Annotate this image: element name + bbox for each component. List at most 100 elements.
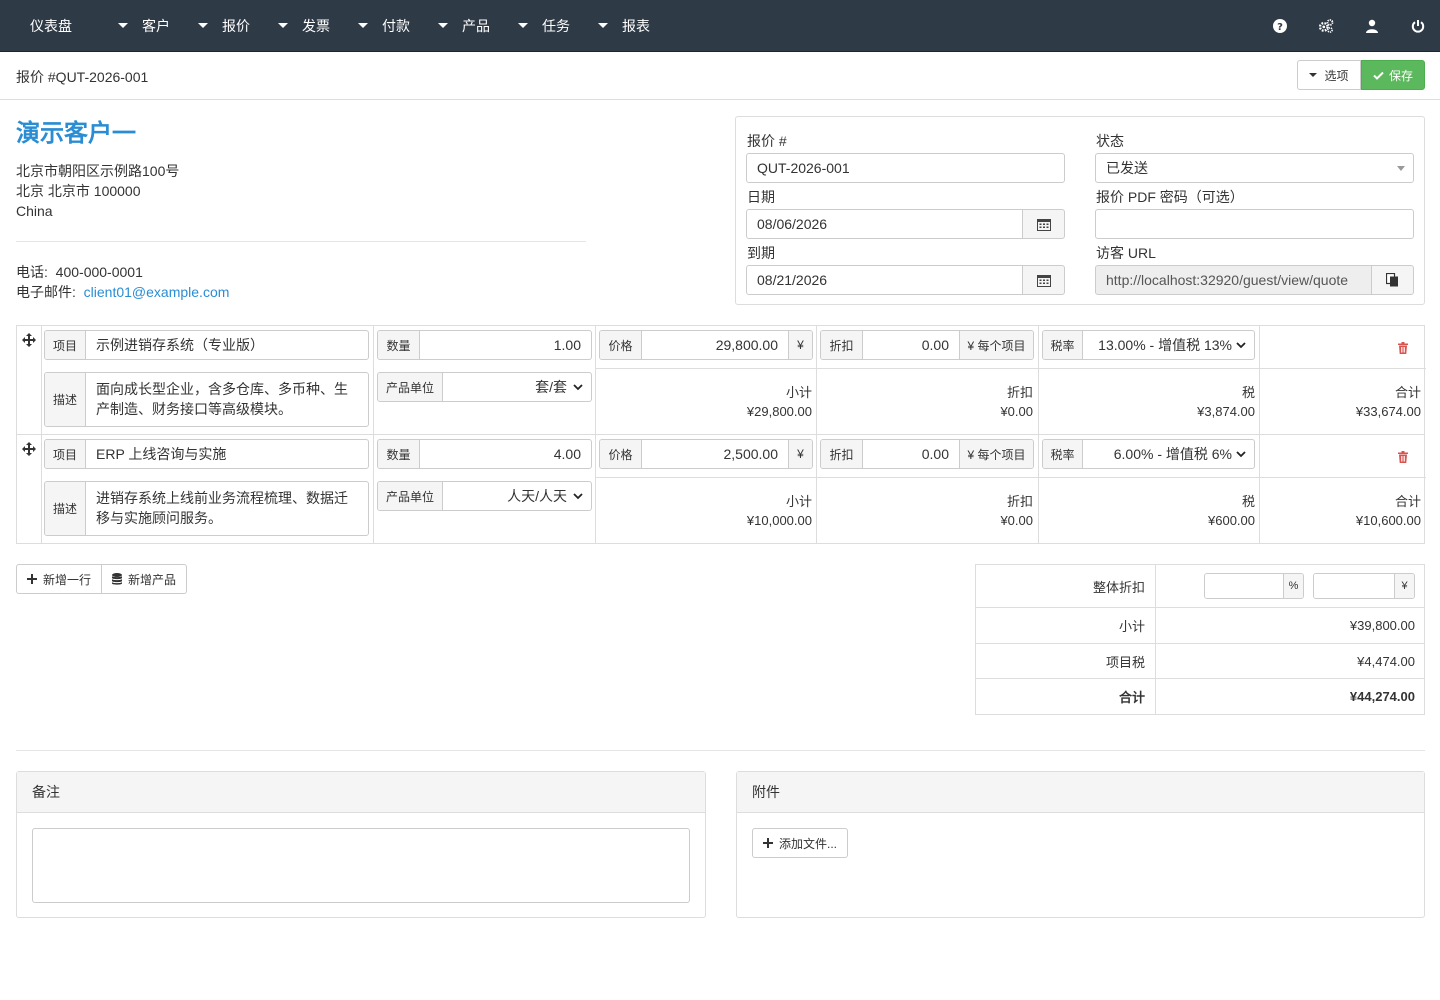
item-description-value[interactable]: 进销存系统上线前业务流程梳理、数据迁移与实施顾问服务。 <box>86 482 368 535</box>
phone-label: 电话: <box>16 264 48 280</box>
due-date-input[interactable]: 08/21/2026 <box>746 265 1023 295</box>
item-discount-value[interactable]: 0.00 <box>863 440 959 468</box>
item-description-label: 描述 <box>45 482 86 535</box>
nav-clients[interactable]: 客户 <box>118 0 170 52</box>
item-tax-value: ¥4,474.00 <box>1357 653 1415 669</box>
trash-icon[interactable] <box>1397 342 1409 354</box>
item-name-field[interactable]: 项目 ERP 上线咨询与实施 <box>44 439 369 469</box>
pdf-password-input[interactable] <box>1095 209 1414 239</box>
tax-value: ¥600.00 <box>1208 513 1255 528</box>
client-address: 北京市朝阳区示例路100号 北京 北京市 100000 China <box>16 161 179 221</box>
move-icon[interactable] <box>22 333 36 347</box>
overall-discount-inputs: % ¥ <box>1156 565 1424 607</box>
product-unit-value[interactable]: 人天/人天 <box>443 482 573 510</box>
svg-text:?: ? <box>1277 22 1283 33</box>
nav-invoices-label: 发票 <box>302 17 330 34</box>
product-unit-value[interactable]: 套/套 <box>443 373 573 401</box>
subtotal-row: 小计 ¥39,800.00 <box>976 608 1424 644</box>
nav-reports[interactable]: 报表 <box>598 0 650 52</box>
currency-addon: ¥ <box>788 440 812 468</box>
copy-url-button[interactable] <box>1371 265 1414 295</box>
discount-percent-input[interactable] <box>1205 574 1283 598</box>
discount-value: ¥0.00 <box>1000 404 1033 419</box>
quantity-value[interactable]: 4.00 <box>420 440 591 468</box>
tax-rate-field[interactable]: 税率 6.00% - 增值税 6% <box>1042 439 1255 469</box>
status-label: 状态 <box>1096 133 1124 149</box>
nav-dashboard[interactable]: 仪表盘 <box>30 0 72 52</box>
caret-down-icon <box>518 23 528 28</box>
nav-tasks-label: 任务 <box>542 17 570 34</box>
total-label: 合计 <box>976 679 1156 714</box>
add-file-button[interactable]: 添加文件... <box>752 828 849 858</box>
chevron-down-icon <box>1236 451 1246 458</box>
power-icon[interactable] <box>1410 18 1426 34</box>
item-discount-value[interactable]: 0.00 <box>863 331 959 359</box>
quantity-field[interactable]: 数量 4.00 <box>377 439 592 469</box>
gears-icon[interactable] <box>1318 18 1334 34</box>
item-name-value[interactable]: 示例进销存系统（专业版） <box>86 331 368 359</box>
price-value[interactable]: 29,800.00 <box>642 331 788 359</box>
date-picker-button[interactable] <box>1022 209 1065 239</box>
date-input[interactable]: 08/06/2026 <box>746 209 1023 239</box>
add-product-button[interactable]: 新增产品 <box>102 564 188 594</box>
tax-label: 税 <box>1241 385 1255 400</box>
quantity-field[interactable]: 数量 1.00 <box>377 330 592 360</box>
nav-tasks[interactable]: 任务 <box>518 0 570 52</box>
product-unit-field[interactable]: 产品单位 人天/人天 <box>377 481 592 511</box>
notes-textarea[interactable] <box>32 828 690 903</box>
check-icon <box>1373 71 1384 80</box>
page-title: 报价 #QUT-2026-001 <box>16 69 149 85</box>
item-description-field[interactable]: 描述 面向成长型企业，含多仓库、多币种、生产制造、财务接口等高级模块。 <box>44 372 369 427</box>
save-button[interactable]: 保存 <box>1361 60 1425 90</box>
item-description-value[interactable]: 面向成长型企业，含多仓库、多币种、生产制造、财务接口等高级模块。 <box>86 373 368 426</box>
item-name-value[interactable]: ERP 上线咨询与实施 <box>86 440 368 468</box>
product-unit-field[interactable]: 产品单位 套/套 <box>377 372 592 402</box>
item-description-field[interactable]: 描述 进销存系统上线前业务流程梳理、数据迁移与实施顾问服务。 <box>44 481 369 536</box>
move-icon[interactable] <box>22 442 36 456</box>
discount-percent-field[interactable]: % <box>1204 573 1304 599</box>
trash-icon[interactable] <box>1397 451 1409 463</box>
item-discount-field[interactable]: 折扣 0.00 ¥ 每个项目 <box>820 439 1034 469</box>
user-icon[interactable] <box>1364 18 1380 34</box>
due-label: 到期 <box>747 245 775 261</box>
item-tax: 税 ¥3,874.00 <box>1038 383 1255 421</box>
price-value[interactable]: 2,500.00 <box>642 440 788 468</box>
quantity-value[interactable]: 1.00 <box>420 331 591 359</box>
options-button[interactable]: 选项 <box>1297 60 1361 90</box>
save-button-label: 保存 <box>1388 68 1413 83</box>
guest-url-input[interactable]: http://localhost:32920/guest/view/quote <box>1095 265 1372 295</box>
tax-rate-value[interactable]: 6.00% - 增值税 6% <box>1083 440 1236 468</box>
item-discount-label: 折扣 <box>821 440 863 468</box>
nav-invoices[interactable]: 发票 <box>278 0 330 52</box>
price-field[interactable]: 价格 29,800.00 ¥ <box>599 330 813 360</box>
item-discount-field[interactable]: 折扣 0.00 ¥ 每个项目 <box>820 330 1034 360</box>
tax-rate-value[interactable]: 13.00% - 增值税 13% <box>1083 331 1236 359</box>
tax-rate-field[interactable]: 税率 13.00% - 增值税 13% <box>1042 330 1255 360</box>
email-link[interactable]: client01@example.com <box>84 284 230 300</box>
nav-quotes-label: 报价 <box>222 17 250 34</box>
phone-row: 电话: 400-000-0001 <box>16 262 229 282</box>
nav-payments[interactable]: 付款 <box>358 0 410 52</box>
question-icon[interactable]: ? <box>1272 18 1288 34</box>
discount-amount-field[interactable]: ¥ <box>1313 573 1415 599</box>
client-name-link[interactable]: 演示客户一 <box>16 113 136 148</box>
discount-label: 折扣 <box>1006 385 1033 400</box>
page-header: 报价 #QUT-2026-001 选项 保存 <box>0 52 1440 100</box>
add-buttons: 新增一行 新增产品 <box>16 564 188 594</box>
total-value: ¥10,600.00 <box>1355 513 1421 528</box>
status-select[interactable]: 已发送 <box>1095 153 1414 183</box>
add-row-button[interactable]: 新增一行 <box>16 564 103 594</box>
item-discount-total: 折扣 ¥0.00 <box>816 383 1033 421</box>
calendar-icon <box>1036 274 1051 287</box>
currency-addon: ¥ <box>1394 574 1414 598</box>
quote-number-input[interactable]: QUT-2026-001 <box>746 153 1065 183</box>
item-tax-label: 项目税 <box>976 644 1156 678</box>
discount-amount-input[interactable] <box>1314 574 1394 598</box>
caret-down-icon <box>198 23 208 28</box>
attachments-title: 附件 <box>737 772 1424 813</box>
price-field[interactable]: 价格 2,500.00 ¥ <box>599 439 813 469</box>
item-name-field[interactable]: 项目 示例进销存系统（专业版） <box>44 330 369 360</box>
nav-products[interactable]: 产品 <box>438 0 490 52</box>
due-date-picker-button[interactable] <box>1022 265 1065 295</box>
nav-quotes[interactable]: 报价 <box>198 0 250 52</box>
